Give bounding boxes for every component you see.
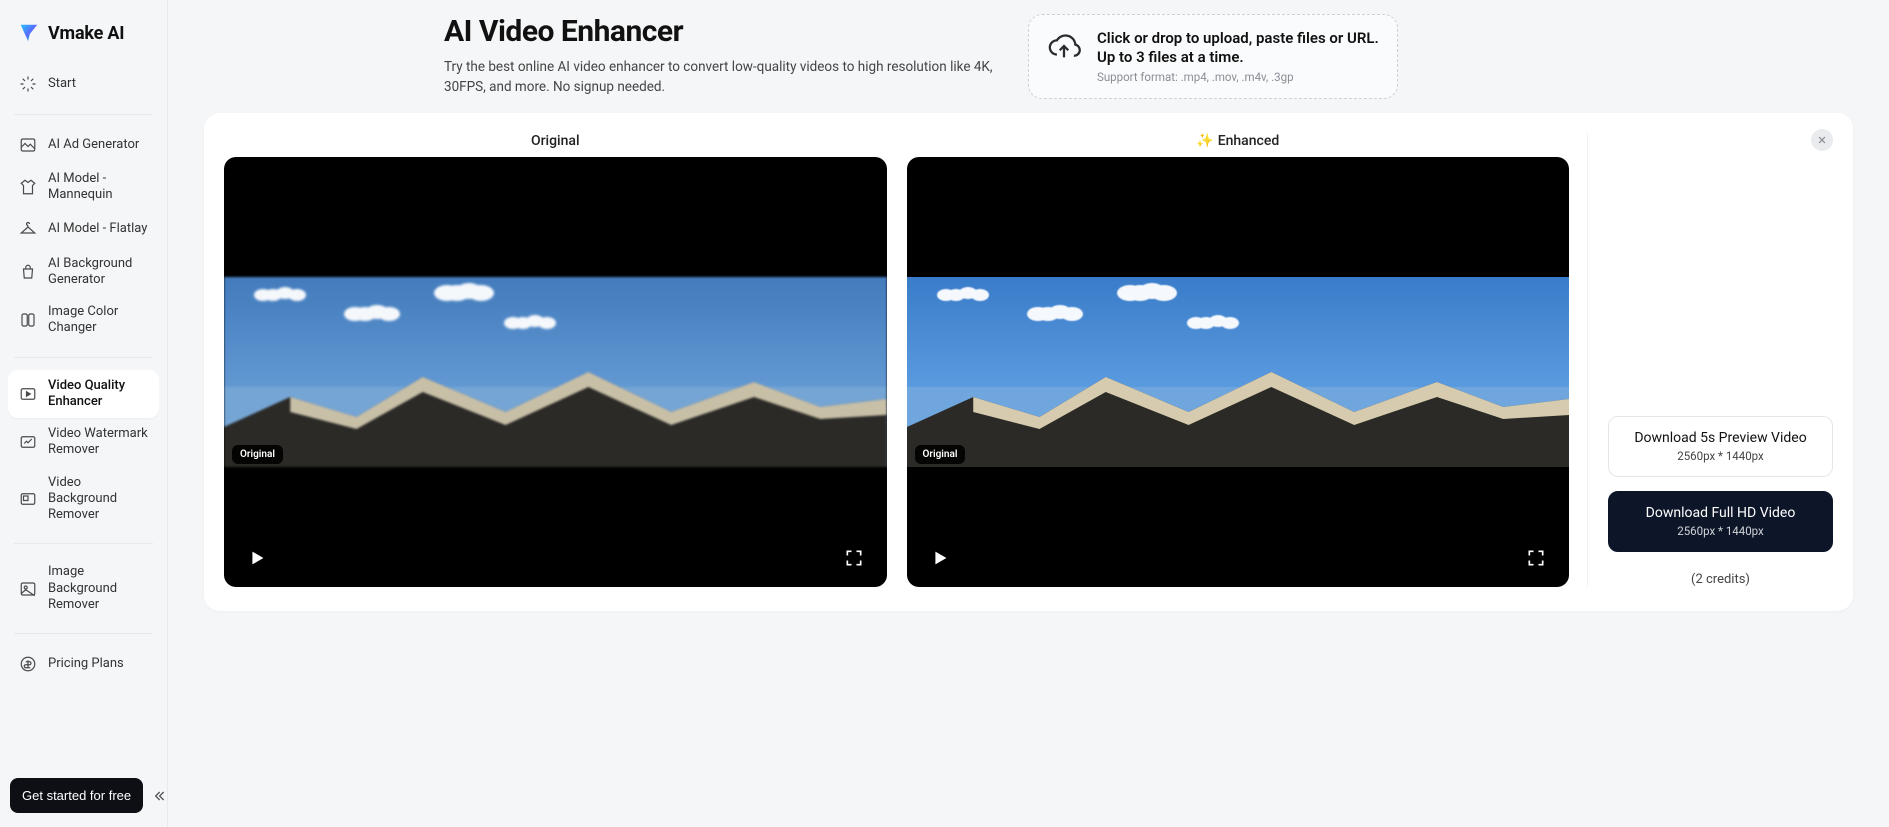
palette-icon <box>18 310 38 330</box>
sidebar-item-image-bg-remover[interactable]: Image Background Remover <box>8 556 159 621</box>
video-badge: Original <box>232 445 283 464</box>
enhanced-label: Enhanced <box>1218 133 1280 149</box>
sidebar-item-bg-generator[interactable]: AI Background Generator <box>8 248 159 297</box>
fullscreen-button[interactable] <box>1521 543 1551 573</box>
sidebar-item-color-changer[interactable]: Image Color Changer <box>8 296 159 345</box>
sidebar-item-label: AI Ad Generator <box>48 137 149 153</box>
sidebar-item-video-bg-remover[interactable]: Video Background Remover <box>8 467 159 532</box>
sidebar-item-start[interactable]: Start <box>8 66 159 102</box>
hanger-icon <box>18 220 38 240</box>
divider <box>14 114 153 115</box>
sparkle-icon <box>18 74 38 94</box>
video-icon <box>18 384 38 404</box>
upload-icon <box>1047 29 1081 63</box>
sidebar-item-label: Image Background Remover <box>48 564 149 613</box>
download-full-label: Download Full HD Video <box>1646 505 1796 521</box>
sidebar-item-label: Video Background Remover <box>48 475 149 524</box>
sidebar-item-label: AI Model - Flatlay <box>48 221 149 237</box>
sidebar-item-label: Video Quality Enhancer <box>48 378 149 411</box>
sidebar-item-label: Image Color Changer <box>48 304 149 337</box>
page-title: AI Video Enhancer <box>444 14 1004 49</box>
divider <box>14 633 153 634</box>
shirt-icon <box>18 177 38 197</box>
upload-line2: Up to 3 files at a time. <box>1097 48 1244 66</box>
fullscreen-button[interactable] <box>839 543 869 573</box>
logo-icon <box>18 22 40 44</box>
close-button[interactable] <box>1811 129 1833 151</box>
original-label: Original <box>224 133 887 149</box>
sidebar-item-video-enhancer[interactable]: Video Quality Enhancer <box>8 370 159 419</box>
download-column: Download 5s Preview Video 2560px * 1440p… <box>1587 133 1833 587</box>
play-button[interactable] <box>925 543 955 573</box>
coin-icon <box>18 654 38 674</box>
sidebar-item-label: Pricing Plans <box>48 656 149 672</box>
divider <box>14 357 153 358</box>
logo[interactable]: Vmake AI <box>8 18 159 62</box>
upload-formats: Support format: .mp4, .mov, .m4v, .3gp <box>1097 70 1379 84</box>
sidebar: Vmake AI Start AI Ad Generator <box>0 0 168 827</box>
play-button[interactable] <box>242 543 272 573</box>
sidebar-item-model-flatlay[interactable]: AI Model - Flatlay <box>8 212 159 248</box>
sidebar-item-label: AI Background Generator <box>48 256 149 289</box>
sidebar-item-watermark-remover[interactable]: Video Watermark Remover <box>8 418 159 467</box>
video-badge: Original <box>915 445 966 464</box>
watermark-icon <box>18 432 38 452</box>
sparkle-icon: ✨ <box>1196 133 1213 149</box>
credits-note: (2 credits) <box>1608 572 1833 587</box>
main: AI Video Enhancer Try the best online AI… <box>168 0 1889 827</box>
upload-dropzone[interactable]: Click or drop to upload, paste files or … <box>1028 14 1398 99</box>
get-started-button[interactable]: Get started for free <box>10 778 143 813</box>
download-preview-label: Download 5s Preview Video <box>1634 430 1806 446</box>
download-full-button[interactable]: Download Full HD Video 2560px * 1440px <box>1608 491 1833 552</box>
download-preview-res: 2560px * 1440px <box>1619 449 1822 464</box>
nav: Start AI Ad Generator AI Model - Mannequ… <box>8 62 159 772</box>
image-bg-icon <box>18 579 38 599</box>
result-panel: Original <box>204 113 1853 611</box>
download-preview-button[interactable]: Download 5s Preview Video 2560px * 1440p… <box>1608 416 1833 477</box>
collapse-sidebar-button[interactable] <box>151 782 167 810</box>
brand-name: Vmake AI <box>48 23 124 44</box>
upload-line1: Click or drop to upload, paste files or … <box>1097 29 1379 47</box>
sidebar-item-label: Video Watermark Remover <box>48 426 149 459</box>
enhanced-video[interactable]: Original <box>907 157 1570 587</box>
sidebar-item-label: AI Model - Mannequin <box>48 171 149 204</box>
bg-remove-icon <box>18 489 38 509</box>
sidebar-item-label: Start <box>48 76 149 92</box>
sidebar-item-pricing[interactable]: Pricing Plans <box>8 646 159 682</box>
page-subtitle: Try the best online AI video enhancer to… <box>444 57 1004 98</box>
divider <box>14 543 153 544</box>
sidebar-item-model-mannequin[interactable]: AI Model - Mannequin <box>8 163 159 212</box>
sidebar-item-ad-generator[interactable]: AI Ad Generator <box>8 127 159 163</box>
bag-icon <box>18 262 38 282</box>
image-icon <box>18 135 38 155</box>
original-video[interactable]: Original <box>224 157 887 587</box>
download-full-res: 2560px * 1440px <box>1619 524 1822 539</box>
